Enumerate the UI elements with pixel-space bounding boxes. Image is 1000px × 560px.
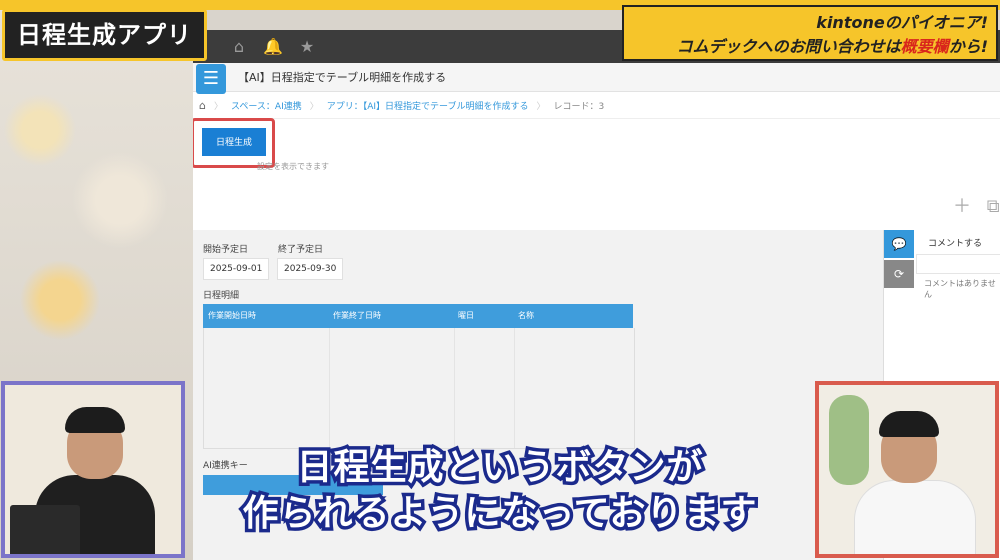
person-hair <box>879 411 939 437</box>
breadcrumb-separator: 〉 <box>309 101 319 112</box>
breadcrumb-app[interactable]: アプリ：【AI】日程指定でテーブル明細を作成する <box>327 99 529 112</box>
banner-line-2-prefix: コムデックへのお問い合わせは <box>676 37 901 56</box>
video-frame: ⌂ 🔔 ★ ☰ 【AI】日程指定でテーブル明細を作成する ⌂ 〉 スペース：AI… <box>0 0 1000 560</box>
end-date-value: 2025-09-30 <box>277 258 344 280</box>
banner-line-2: コムデックへのお問い合わせは概要欄から! <box>624 35 988 59</box>
banner-line-1: kintoneのパイオニア! <box>816 13 988 32</box>
banner-line-2-accent: 概要欄 <box>900 37 949 56</box>
column-header: 曜日 <box>458 311 474 320</box>
app-menu-icon[interactable]: ☰ <box>196 64 226 94</box>
star-icon[interactable]: ★ <box>297 37 317 57</box>
end-date-label: 終了予定日 <box>278 245 324 255</box>
home-icon[interactable]: ⌂ <box>229 37 249 57</box>
copy-icon[interactable]: ⧉ <box>987 196 1000 217</box>
banner-line-2-suffix: から! <box>948 37 988 56</box>
plant <box>829 395 869 485</box>
start-date-value: 2025-09-01 <box>203 258 270 280</box>
table-label: 日程明細 <box>203 291 240 301</box>
table-column-divider <box>514 328 515 448</box>
comment-label: コメントする <box>928 239 983 249</box>
breadcrumb-separator: 〉 <box>536 101 546 112</box>
no-comments-text: コメントはありません <box>924 279 996 299</box>
record-side-controls: ＋ ⧉ <box>953 192 1000 218</box>
breadcrumb-space[interactable]: スペース：AI連携 <box>231 99 302 112</box>
history-tab-icon[interactable]: ⟳ <box>884 260 914 288</box>
breadcrumb-separator: 〉 <box>213 101 223 112</box>
subtitle-line-2: 作られるようになっております <box>239 490 760 538</box>
person-hair <box>65 407 125 433</box>
generate-schedule-button[interactable]: 日程生成 <box>202 128 266 156</box>
add-icon[interactable]: ＋ <box>953 196 971 217</box>
webcam-left <box>1 381 185 558</box>
promo-banner: kintoneのパイオニア! コムデックへのお問い合わせは概要欄から! <box>622 5 998 61</box>
table-column-divider <box>329 328 330 448</box>
subtitle-line-1: 日程生成というボタンが <box>293 444 706 492</box>
laptop <box>10 505 80 554</box>
video-title-tag: 日程生成アプリ <box>2 9 207 61</box>
app-title: 【AI】日程指定でテーブル明細を作成する <box>238 71 447 84</box>
person-body <box>854 480 976 554</box>
breadcrumb-home-icon[interactable]: ⌂ <box>199 99 206 112</box>
breadcrumb: ⌂ 〉 スペース：AI連携 〉 アプリ：【AI】日程指定でテーブル明細を作成する… <box>193 92 1000 119</box>
webcam-right <box>815 381 999 558</box>
bell-icon[interactable]: 🔔 <box>263 37 283 57</box>
column-header: 名称 <box>518 311 534 320</box>
comment-input[interactable] <box>916 254 1000 274</box>
app-bar: ☰ 【AI】日程指定でテーブル明細を作成する <box>193 63 1000 94</box>
column-header: 作業開始日時 <box>208 311 256 320</box>
schedule-table-header: 作業開始日時 作業終了日時 曜日 名称 <box>203 304 633 328</box>
column-header: 作業終了日時 <box>333 311 381 320</box>
hint-text: 設定を表示できます <box>257 162 329 171</box>
table-column-divider <box>454 328 455 448</box>
start-date-label: 開始予定日 <box>203 245 249 255</box>
breadcrumb-record: レコード：3 <box>553 101 605 112</box>
comment-tab-icon[interactable]: 💬 <box>884 230 914 258</box>
schedule-table-body <box>203 328 635 449</box>
